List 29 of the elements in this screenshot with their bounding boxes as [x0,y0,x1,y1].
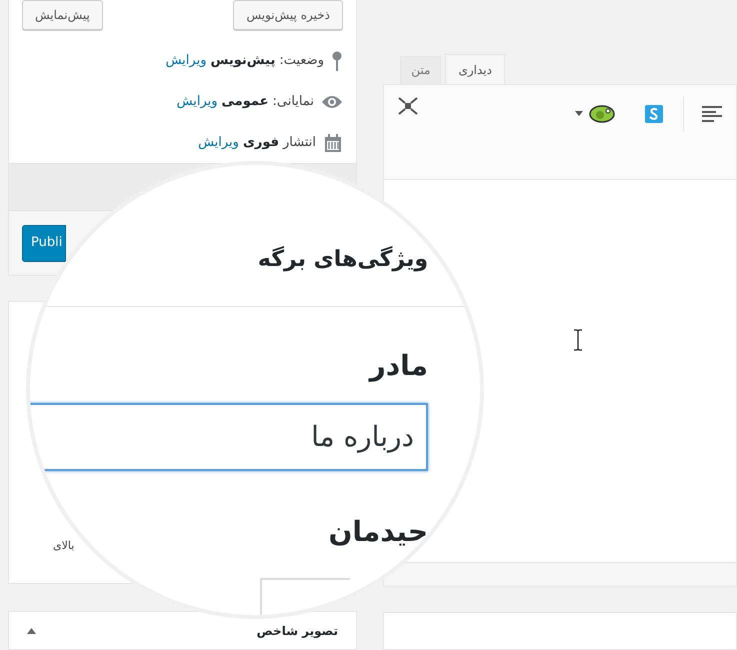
field-label: مادر [370,348,428,384]
editor-tab[interactable]: متن [400,56,442,84]
save-draft-button[interactable]: ذخیره پیش‌نویس [233,0,343,30]
field-label: وضعیت: [279,52,324,70]
text-align-icon[interactable] [702,106,722,122]
field-label: نمایانی: [272,93,314,112]
publish-button[interactable]: Publi [22,224,66,262]
partial-text: بالای [53,538,74,554]
preview-button[interactable]: پیش‌نمایش [22,0,103,30]
edit-link[interactable]: ویرایش [176,92,218,112]
field-value: پیش‌نویس [210,52,276,70]
pin-icon [332,51,342,71]
field-label: انتشار [283,134,316,152]
eye-icon [322,95,342,109]
plugin-logo-icon[interactable] [589,104,615,123]
caret-icon[interactable] [575,111,583,116]
field-label: حیدمان [328,514,428,550]
edit-link[interactable]: ویرایش [166,51,206,71]
editor-tab[interactable]: دیداری [445,54,505,85]
collapse-arrow-icon[interactable] [27,628,36,634]
fullscreen-icon[interactable] [398,96,418,115]
field-value: عمومی [222,93,268,112]
s-logo-icon[interactable] [645,104,663,123]
edit-link[interactable]: ویرایش [198,133,239,153]
calendar-icon [324,134,342,152]
box-title: تصویر شاخص [256,623,338,640]
field-value: فوری [242,134,279,152]
text-cursor-icon [573,328,583,351]
parent-field[interactable]: درباره ما [30,403,428,471]
